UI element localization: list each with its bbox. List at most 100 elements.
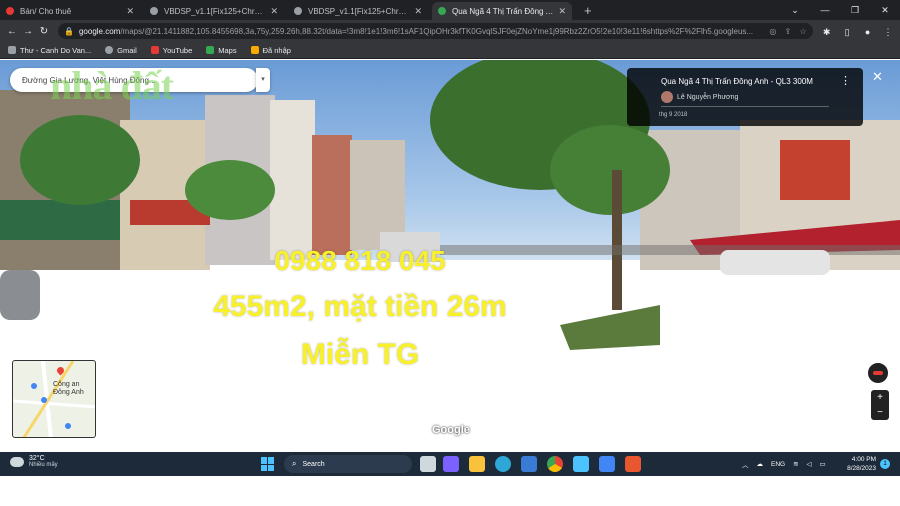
tab-google-maps[interactable]: Qua Ngã 4 Thị Trấn Đông Anh - ✕ — [432, 2, 572, 20]
close-tab-icon[interactable]: ✕ — [126, 6, 134, 17]
tab-ban-cho-thue[interactable]: Bán/ Cho thuê ✕ — [0, 2, 140, 20]
street-view[interactable]: Đường Gia Lương, Việt Hùng Đông... ▾ nhà… — [0, 60, 900, 452]
lock-icon[interactable]: 🔒 — [64, 27, 74, 36]
close-tab-icon[interactable]: ✕ — [414, 6, 422, 17]
close-window-button[interactable]: ✕ — [870, 0, 900, 20]
app-icon[interactable] — [599, 456, 615, 472]
tab-title: VBDSP_v1.1[Fix125+Chrome32] | — [164, 6, 266, 16]
minimize-button[interactable]: — — [810, 0, 840, 20]
tab-title: Bán/ Cho thuê — [20, 6, 72, 16]
attribution-bar: Ảnh chụp vào: thg 9 2018 Hình ảnh có thể… — [588, 440, 870, 450]
attribution-privacy[interactable]: Bảo mật — [799, 440, 818, 450]
bottom-margin — [0, 476, 900, 506]
zoom-in-button[interactable]: + — [871, 390, 889, 405]
bookmark-gmail[interactable]: Gmail — [105, 46, 137, 55]
attribution-date: Ảnh chụp vào: thg 9 2018 — [588, 440, 645, 446]
close-tab-icon[interactable]: ✕ — [270, 6, 278, 17]
bookmark-label: Maps — [218, 45, 237, 55]
reload-icon[interactable]: ↻ — [36, 26, 52, 37]
edge-icon[interactable] — [495, 456, 511, 472]
globe-icon — [105, 46, 114, 54]
compass-icon[interactable] — [866, 361, 890, 385]
maps-icon — [206, 46, 215, 54]
restore-button[interactable]: ❐ — [840, 0, 870, 20]
profile-icon[interactable]: ● — [860, 27, 876, 37]
zoom-out-button[interactable]: − — [871, 405, 889, 420]
attribution-terms[interactable]: Điều khoản — [763, 440, 788, 450]
close-tab-icon[interactable]: ✕ — [558, 6, 566, 17]
bus-stop-icon — [65, 423, 71, 429]
new-tab-button[interactable]: + — [576, 2, 600, 20]
bookmark-maps[interactable]: Maps — [206, 45, 237, 55]
remote-icon[interactable] — [573, 456, 589, 472]
tab-search-icon[interactable]: ⌄ — [780, 0, 810, 20]
photo-info-card: Qua Ngã 4 Thị Trấn Đông Anh - QL3 300M ⋮… — [627, 68, 863, 126]
date: 8/28/2023 — [847, 465, 876, 472]
watermark-logo: nhà đất — [50, 63, 174, 108]
battery-icon[interactable]: ▭ — [820, 460, 826, 468]
language[interactable]: ENG — [771, 461, 785, 468]
bookmark-youtube[interactable]: YouTube — [150, 46, 192, 55]
menu-icon[interactable]: ⋮ — [880, 27, 896, 38]
task-view-icon[interactable] — [420, 456, 436, 472]
browser-toolbar: ← → ↻ 🔒 google.com/maps/@21.1411882,105.… — [0, 20, 900, 42]
clock[interactable]: 4:00 PM 8/28/2023 — [836, 455, 876, 473]
mini-map[interactable]: Công an Đông Anh — [12, 360, 96, 438]
globe-icon — [294, 7, 302, 15]
attribution-copyright: Hình ảnh có thể có bản quyền. — [655, 440, 724, 446]
attribution-global[interactable]: Toàn cầu — [733, 440, 753, 450]
volume-icon[interactable]: ◁ — [807, 460, 812, 468]
divider — [661, 106, 829, 107]
temperature: 32°C — [29, 455, 45, 462]
url-host: google.com — [78, 26, 121, 36]
taskbar-search[interactable]: ⌕ Search — [284, 455, 412, 473]
more-options-icon[interactable]: ⋮ — [840, 74, 851, 87]
attribution-report[interactable]: Báo cáo sự cố — [827, 440, 859, 450]
bookmark-thu[interactable]: Thư - Canh Do Van... — [8, 46, 91, 55]
bookmark-da-nhap[interactable]: Đã nhập — [250, 46, 291, 55]
search-icon: ⌕ — [292, 459, 297, 468]
overlay-note: Miễn TG — [300, 338, 420, 371]
colorful-app-icon[interactable] — [625, 456, 641, 472]
system-tray: ︿ ☁ ENG ≋ ◁ ▭ — [742, 452, 834, 476]
windows-start-icon[interactable] — [261, 457, 275, 471]
store-icon[interactable] — [521, 456, 537, 472]
mail-icon — [8, 46, 16, 54]
tab-vbdsp-2[interactable]: VBDSP_v1.1[Fix125+Chrome32] | ✕ — [288, 2, 428, 20]
maps-favicon-icon — [438, 7, 446, 15]
notification-badge[interactable]: 1 — [880, 459, 890, 469]
wifi-icon[interactable]: ≋ — [793, 460, 798, 468]
chrome-icon[interactable] — [547, 456, 563, 472]
red-favicon-icon — [6, 7, 14, 15]
overlay-phone: 0988 818 045 — [274, 245, 446, 276]
address-bar[interactable]: 🔒 google.com/maps/@21.1411882,105.845569… — [58, 23, 813, 39]
bookmark-label: Thư - Canh Do Van... — [20, 45, 92, 55]
forward-icon[interactable]: → — [20, 26, 36, 37]
weather-widget[interactable]: 32°C Nhiều mây — [10, 455, 58, 468]
place-title[interactable]: Qua Ngã 4 Thị Trấn Đông Anh - QL3 300M — [661, 77, 813, 86]
toolbar-right: ✱ ▯ ● ⋮ — [819, 22, 896, 40]
chevron-down-icon[interactable]: ▾ — [256, 68, 270, 92]
bus-stop-icon — [41, 397, 47, 403]
overlay-details: 455m2, mặt tiền 26m — [213, 290, 507, 323]
tab-strip: Bán/ Cho thuê ✕ VBDSP_v1.1[Fix125+Chrome… — [0, 0, 900, 20]
google-logo: Google — [432, 424, 470, 436]
onedrive-icon[interactable]: ☁ — [757, 460, 764, 468]
bookmark-star-icon[interactable]: ☆ — [799, 27, 806, 36]
file-explorer-icon[interactable] — [469, 456, 485, 472]
meet-icon[interactable] — [443, 456, 459, 472]
tab-title: VBDSP_v1.1[Fix125+Chrome32] | — [308, 6, 410, 16]
sidebar-icon[interactable]: ▯ — [839, 27, 855, 38]
share-icon[interactable]: ⇪ — [785, 27, 792, 36]
tab-title: Qua Ngã 4 Thị Trấn Đông Anh - — [452, 6, 555, 16]
photo-author[interactable]: Lê Nguyễn Phương — [661, 91, 738, 103]
location-icon[interactable]: ◎ — [769, 27, 776, 36]
time: 4:00 PM — [851, 456, 876, 463]
extensions-icon[interactable]: ✱ — [819, 27, 835, 38]
chevron-up-icon[interactable]: ︿ — [742, 459, 749, 469]
close-icon[interactable]: ✕ — [872, 69, 883, 85]
back-icon[interactable]: ← — [4, 26, 20, 37]
tab-vbdsp-1[interactable]: VBDSP_v1.1[Fix125+Chrome32] | ✕ — [144, 2, 284, 20]
bookmark-label: Gmail — [117, 45, 137, 55]
bus-stop-icon — [31, 383, 37, 389]
